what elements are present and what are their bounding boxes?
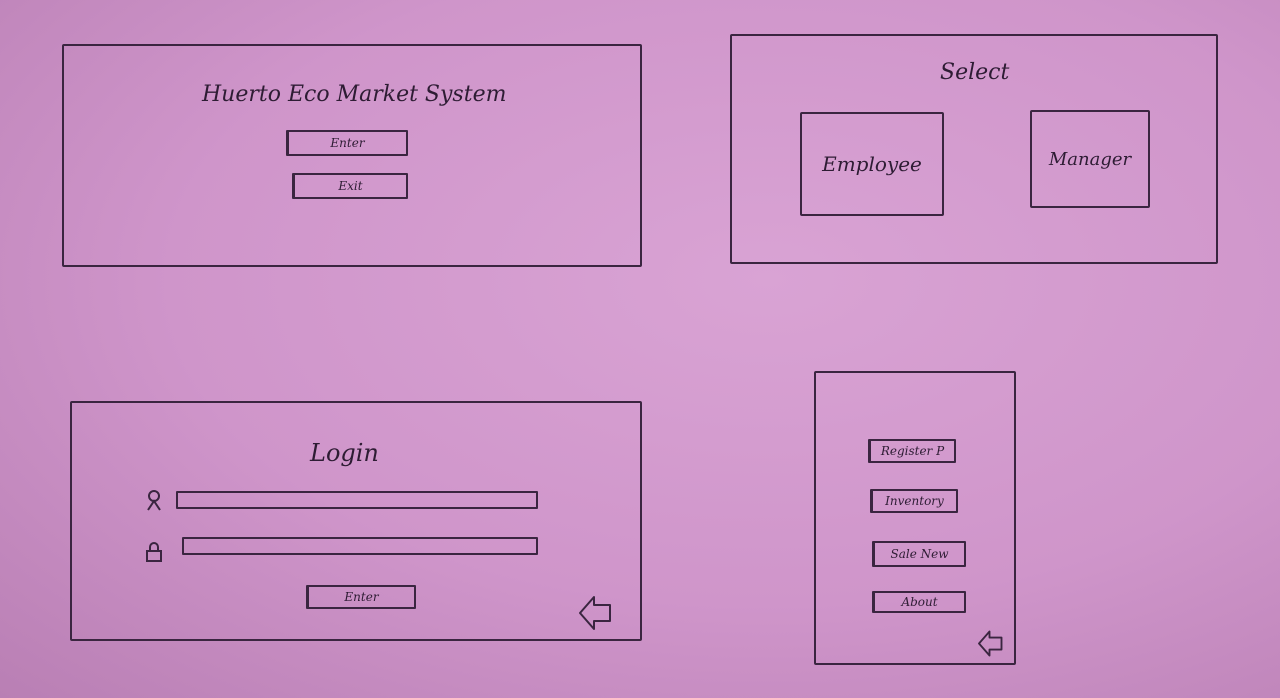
menu-item-about[interactable]: About [872, 591, 966, 613]
menu-screen: Register P Inventory Sale New About [814, 371, 1016, 665]
manager-label: Manager [1048, 148, 1132, 170]
welcome-screen: Huerto Eco Market System Enter Exit [62, 44, 642, 267]
login-title: Login [310, 439, 379, 467]
employee-button[interactable]: Employee [800, 112, 944, 216]
menu-item-register-product[interactable]: Register P [868, 439, 956, 463]
employee-label: Employee [822, 152, 922, 176]
username-field[interactable] [176, 491, 538, 509]
enter-button[interactable]: Enter [286, 130, 408, 156]
lock-icon [145, 541, 163, 563]
user-icon [146, 490, 162, 512]
menu-item-inventory[interactable]: Inventory [870, 489, 958, 513]
select-title: Select [940, 60, 1010, 85]
welcome-title: Huerto Eco Market System [202, 82, 507, 107]
menu-item-sale-new[interactable]: Sale New [872, 541, 966, 567]
back-arrow-icon[interactable] [976, 627, 1006, 657]
manager-button[interactable]: Manager [1030, 110, 1150, 208]
password-field[interactable] [182, 537, 538, 555]
login-enter-button[interactable]: Enter [306, 585, 416, 609]
back-arrow-icon[interactable] [576, 591, 616, 631]
select-screen: Select Employee Manager [730, 34, 1218, 264]
login-screen: Login Enter [70, 401, 642, 641]
exit-button[interactable]: Exit [292, 173, 408, 199]
